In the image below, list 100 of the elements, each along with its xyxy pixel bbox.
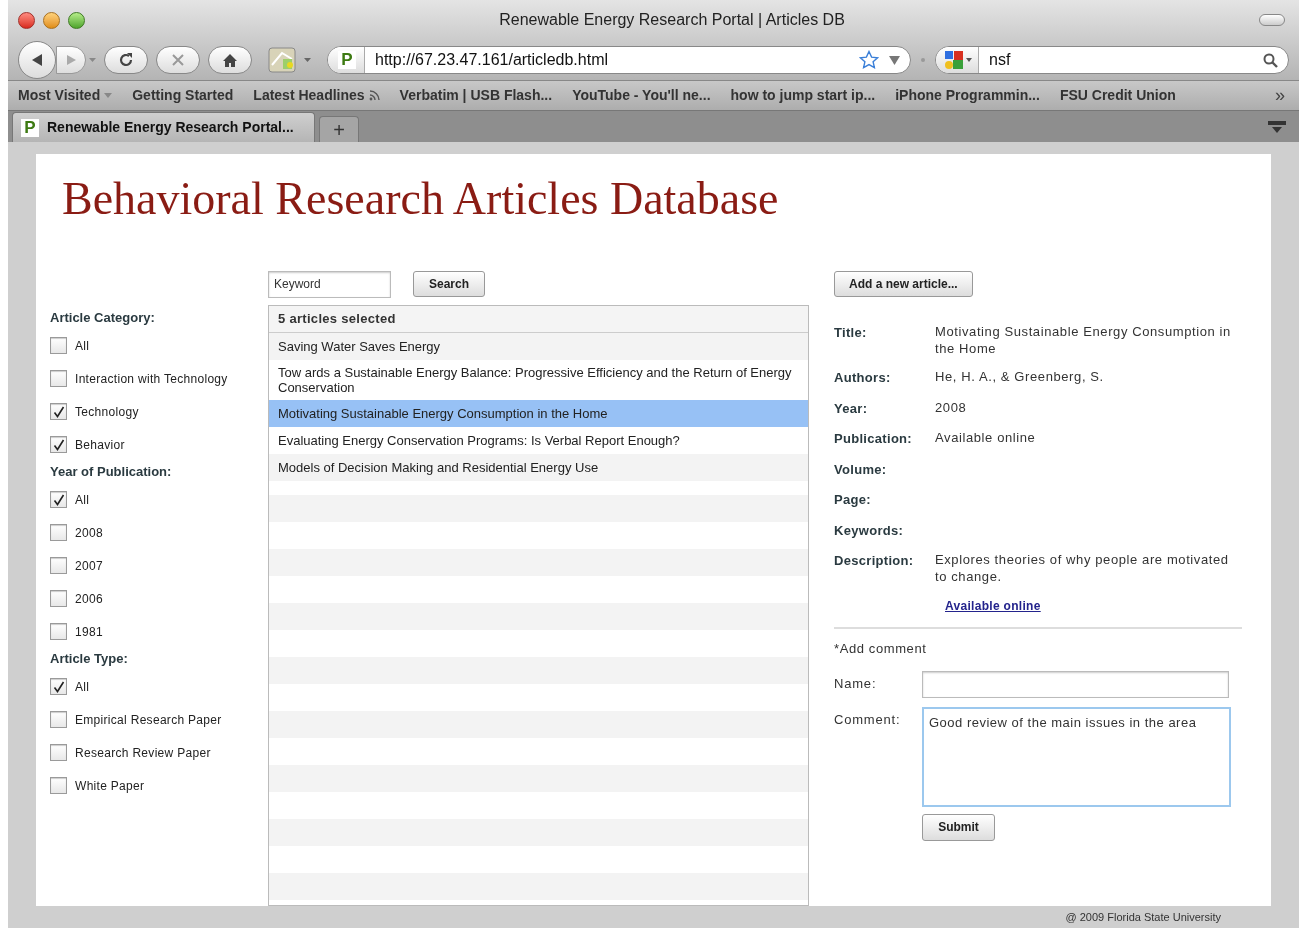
close-window-icon[interactable] xyxy=(18,11,35,29)
site-identity-button[interactable]: P xyxy=(328,47,365,73)
bookmark-link[interactable]: Verbatim | USB Flash... xyxy=(399,85,553,106)
detail-label: Publication: xyxy=(834,430,913,448)
filter-heading: Article Type: xyxy=(50,650,129,669)
filter-option-label: Empirical Research Paper xyxy=(75,711,222,729)
bookmark-link[interactable]: iPhone Programmin... xyxy=(895,85,1040,106)
filter-option-label: 2007 xyxy=(75,557,103,575)
checkbox[interactable] xyxy=(50,744,67,761)
bookmark-link[interactable]: how to jump start ip... xyxy=(730,85,876,106)
checkbox[interactable] xyxy=(50,337,67,354)
detail-label: Volume: xyxy=(834,460,888,479)
add-article-button[interactable]: Add a new article... xyxy=(834,271,973,297)
detail-label: Description: xyxy=(834,552,915,570)
article-row[interactable]: Motivating Sustainable Energy Consumption in the Home xyxy=(269,400,808,427)
map-icon[interactable] xyxy=(268,47,296,73)
bookmark-link[interactable]: Getting Started xyxy=(132,85,234,106)
name-label: Name: xyxy=(834,674,878,693)
filter-option-label: Research Review Paper xyxy=(75,744,211,762)
filter-option-label: All xyxy=(75,678,90,696)
checkbox[interactable] xyxy=(50,678,67,695)
checkbox[interactable] xyxy=(50,436,67,453)
filter-option-label: 2006 xyxy=(75,590,103,608)
keyword-field[interactable]: Keyword xyxy=(268,270,391,298)
caret-icon xyxy=(966,57,972,63)
filter-heading: Year of Publication: xyxy=(50,463,173,482)
checkmark-icon xyxy=(52,405,65,418)
address-bar[interactable]: P http://67.23.47.161/articledb.html xyxy=(327,46,911,74)
detail-label: Title: xyxy=(834,324,868,342)
detail-value: Motivating Sustainable Energy Consumption in the Home xyxy=(935,323,1232,357)
checkmark-icon xyxy=(52,438,65,451)
house-icon xyxy=(222,52,238,68)
detail-label: Page: xyxy=(834,491,872,509)
left-triangle-icon xyxy=(30,53,44,67)
bookmark-link[interactable]: Latest Headlines xyxy=(253,85,380,106)
detail-value: Available online xyxy=(935,429,1037,447)
filter-option-label: 2008 xyxy=(75,524,103,542)
window-title: Renewable Energy Research Portal | Articles DB xyxy=(498,10,846,30)
detail-value: He, H. A., & Greenberg, S. xyxy=(935,368,1105,386)
caret-icon[interactable] xyxy=(89,57,96,63)
submit-button[interactable]: Submit xyxy=(922,813,995,841)
checkbox[interactable] xyxy=(50,403,67,420)
checkbox[interactable] xyxy=(50,491,67,508)
home-button[interactable] xyxy=(208,46,252,74)
toolbar-toggle-icon[interactable] xyxy=(1259,14,1285,26)
filter-option-label: All xyxy=(75,337,90,355)
detail-label: Keywords: xyxy=(834,521,905,540)
right-triangle-icon xyxy=(65,54,77,66)
feed-icon xyxy=(368,90,380,101)
search-engine-icon xyxy=(944,50,964,70)
comment-field[interactable]: Good review of the main issues in the area xyxy=(922,706,1231,807)
filter-heading: Article Category: xyxy=(50,309,156,328)
comment-heading: *Add comment xyxy=(834,640,928,658)
checkmark-icon xyxy=(52,680,65,693)
filter-option-label: Technology xyxy=(75,403,139,421)
checkbox[interactable] xyxy=(50,623,67,640)
minimize-window-icon[interactable] xyxy=(43,11,60,29)
filter-option-label: 1981 xyxy=(75,623,103,641)
comment-label: Comment: xyxy=(834,710,902,729)
checkbox[interactable] xyxy=(50,524,67,541)
detail-value: 2008 xyxy=(935,398,968,417)
list-header: 5 articles selected xyxy=(269,306,808,333)
bookmark-link[interactable]: FSU Credit Union xyxy=(1059,85,1176,106)
browser-tab[interactable]: P Renewable Energy Research Portal... xyxy=(12,112,315,142)
detail-value: Explores theories of why people are motivated to change. xyxy=(935,551,1230,585)
footer-text: @ 2009 Florida State University xyxy=(1065,909,1221,925)
filter-option-label: Interaction with Technology xyxy=(75,370,228,388)
close-icon xyxy=(171,53,185,67)
reload-button[interactable] xyxy=(104,46,148,74)
caret-icon[interactable] xyxy=(889,55,900,65)
site-logo: P xyxy=(21,118,39,137)
search-field[interactable]: nsf xyxy=(935,46,1289,74)
checkbox[interactable] xyxy=(50,557,67,574)
detail-label: Authors: xyxy=(834,369,892,387)
zoom-window-icon[interactable] xyxy=(68,11,85,29)
bookmark-link[interactable]: Most Visited xyxy=(18,85,113,106)
checkbox[interactable] xyxy=(50,711,67,728)
checkbox[interactable] xyxy=(50,777,67,794)
name-field[interactable] xyxy=(922,670,1229,698)
star-icon[interactable] xyxy=(859,50,879,70)
caret-icon xyxy=(104,92,113,99)
search-text: nsf xyxy=(988,50,1012,70)
more-bookmarks-button[interactable]: » xyxy=(1275,82,1285,109)
checkbox[interactable] xyxy=(50,590,67,607)
reload-icon xyxy=(118,52,134,68)
back-button[interactable] xyxy=(18,41,56,79)
checkbox[interactable] xyxy=(50,370,67,387)
search-icon[interactable] xyxy=(1263,52,1278,68)
bookmark-link[interactable]: YouTube - You'll ne... xyxy=(572,85,711,106)
tab-title: Renewable Energy Research Portal... xyxy=(47,118,294,137)
filter-option-label: White Paper xyxy=(75,777,145,795)
stop-button[interactable] xyxy=(156,46,200,74)
checkmark-icon xyxy=(52,493,65,506)
filter-option-label: Behavior xyxy=(75,436,125,454)
article-link[interactable]: Available online xyxy=(945,597,1041,615)
caret-icon[interactable] xyxy=(304,57,311,63)
filter-option-label: All xyxy=(75,491,90,509)
search-engine-button[interactable] xyxy=(936,47,979,73)
search-button[interactable]: Search xyxy=(413,271,486,297)
new-tab-button[interactable]: + xyxy=(319,116,359,142)
